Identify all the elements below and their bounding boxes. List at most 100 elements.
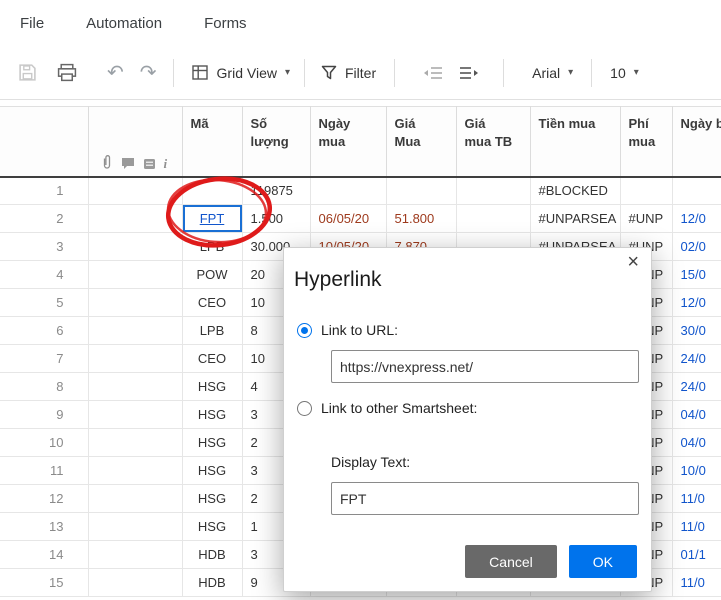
cell-ngay_ban[interactable]: 10/0 xyxy=(672,456,721,485)
row-number[interactable]: 11 xyxy=(0,456,89,485)
font-size-value: 10 xyxy=(610,64,626,81)
cell-so_luong[interactable]: 119875 xyxy=(242,176,311,205)
indent-button[interactable] xyxy=(459,66,479,80)
cell-ngay_ban[interactable]: 30/0 xyxy=(672,316,721,345)
chevron-down-icon: ▾ xyxy=(284,67,290,78)
cell-ma[interactable]: HDB xyxy=(182,540,243,569)
cell-ma[interactable]: POW xyxy=(182,260,243,289)
cell-ma[interactable]: HSG xyxy=(182,372,243,401)
column-header-ma[interactable]: Mã xyxy=(182,106,243,178)
cell-ngay_ban[interactable]: 11/0 xyxy=(672,568,721,597)
display-text-input[interactable] xyxy=(331,482,639,515)
cell-gia_mua_tb[interactable] xyxy=(456,204,531,233)
cell-ngay_ban[interactable]: 11/0 xyxy=(672,512,721,541)
cell-ngay_ban[interactable]: 12/0 xyxy=(672,204,721,233)
column-header-phi_mua[interactable]: Phí mua xyxy=(620,106,673,178)
column-header-ngay_ban[interactable]: Ngày bán xyxy=(672,106,721,178)
row-number[interactable]: 10 xyxy=(0,428,89,457)
select-all-corner[interactable] xyxy=(0,106,89,178)
redo-button[interactable]: ↷ xyxy=(140,63,157,83)
close-icon[interactable]: × xyxy=(627,252,639,272)
row-number[interactable]: 8 xyxy=(0,372,89,401)
row-number[interactable]: 1 xyxy=(0,176,89,205)
cell-ma[interactable] xyxy=(182,176,243,205)
cell-ngay_ban[interactable]: 04/0 xyxy=(672,400,721,429)
link-to-smartsheet-radio[interactable] xyxy=(297,400,312,416)
row-number[interactable]: 14 xyxy=(0,540,89,569)
undo-button[interactable]: ↶ xyxy=(107,63,124,83)
cell-gia_mua_tb[interactable] xyxy=(456,176,531,205)
cell-gia_mua[interactable] xyxy=(386,176,457,205)
attachment-icon[interactable] xyxy=(101,154,113,170)
cell-so_luong[interactable]: 1.500 xyxy=(242,204,311,233)
cell-phi_mua[interactable]: #UNP xyxy=(620,204,673,233)
save-button[interactable] xyxy=(18,63,37,82)
outdent-button[interactable] xyxy=(423,66,443,80)
cell-ma[interactable]: HSG xyxy=(182,456,243,485)
cell-ma[interactable]: LPB xyxy=(182,316,243,345)
toolbar-separator xyxy=(394,58,396,87)
cell-gia_mua[interactable]: 51.800 xyxy=(386,204,457,233)
menu-item-file[interactable]: File xyxy=(20,15,44,32)
menu-item-automation[interactable]: Automation xyxy=(86,15,162,32)
cell-ma[interactable]: HSG xyxy=(182,400,243,429)
cell-ma[interactable]: CEO xyxy=(182,288,243,317)
menu-item-forms[interactable]: Forms xyxy=(204,15,247,32)
row-number[interactable]: 4 xyxy=(0,260,89,289)
row-gutter xyxy=(88,232,183,261)
toolbar-separator xyxy=(172,58,174,87)
info-icon[interactable]: i xyxy=(164,157,168,170)
cell-ngay_mua[interactable] xyxy=(310,176,387,205)
column-header-so_luong[interactable]: Số lượng xyxy=(242,106,311,178)
ok-button[interactable]: OK xyxy=(568,545,637,578)
font-family-select[interactable]: Arial ▾ xyxy=(532,65,573,81)
cell-tien_mua[interactable]: #BLOCKED xyxy=(530,176,621,205)
cell-ngay_mua[interactable]: 06/05/20 xyxy=(310,204,387,233)
cell-ngay_ban[interactable]: 24/0 xyxy=(672,344,721,373)
cancel-button[interactable]: Cancel xyxy=(465,545,557,578)
cell-tien_mua[interactable]: #UNPARSEA xyxy=(530,204,621,233)
cell-ma[interactable]: HSG xyxy=(182,512,243,541)
row-number[interactable]: 6 xyxy=(0,316,89,345)
column-header-gia_mua[interactable]: Giá Mua xyxy=(386,106,457,178)
cell-ma[interactable]: HSG xyxy=(182,428,243,457)
proof-icon[interactable] xyxy=(143,158,156,170)
row-number[interactable]: 15 xyxy=(0,568,89,597)
cell-ma[interactable]: LPB xyxy=(182,232,243,261)
link-to-url-radio[interactable] xyxy=(297,322,312,338)
hyperlink-cell-text[interactable]: FPT xyxy=(200,211,225,226)
column-header-gia_mua_tb[interactable]: Giá mua TB xyxy=(456,106,531,178)
print-button[interactable] xyxy=(57,63,77,82)
row-number[interactable]: 9 xyxy=(0,400,89,429)
cell-ngay_ban[interactable]: 02/0 xyxy=(672,232,721,261)
menu-bar: File Automation Forms xyxy=(0,0,721,46)
column-header-ngay_mua[interactable]: Ngày mua xyxy=(310,106,387,178)
view-selector[interactable]: Grid View ▾ xyxy=(191,65,290,81)
comment-icon[interactable] xyxy=(121,157,135,170)
row-number[interactable]: 7 xyxy=(0,344,89,373)
row-number[interactable]: 3 xyxy=(0,232,89,261)
redo-icon: ↷ xyxy=(139,61,157,84)
row-number[interactable]: 5 xyxy=(0,288,89,317)
cell-ma[interactable]: HDB xyxy=(182,568,243,597)
outdent-icon xyxy=(424,66,443,79)
row-number[interactable]: 13 xyxy=(0,512,89,541)
cell-ma[interactable]: FPT xyxy=(182,204,243,233)
cell-ngay_ban[interactable]: 04/0 xyxy=(672,428,721,457)
cell-ma[interactable]: CEO xyxy=(182,344,243,373)
row-number[interactable]: 12 xyxy=(0,484,89,513)
cell-ngay_ban[interactable]: 15/0 xyxy=(672,260,721,289)
column-header-tien_mua[interactable]: Tiền mua xyxy=(530,106,621,178)
row-number[interactable]: 2 xyxy=(0,204,89,233)
filter-button[interactable]: Filter xyxy=(321,65,376,81)
filter-label: Filter xyxy=(345,64,377,81)
cell-ma[interactable]: HSG xyxy=(182,484,243,513)
cell-ngay_ban[interactable]: 11/0 xyxy=(672,484,721,513)
cell-ngay_ban[interactable]: 12/0 xyxy=(672,288,721,317)
url-input[interactable] xyxy=(331,350,639,383)
cell-phi_mua[interactable] xyxy=(620,176,673,205)
cell-ngay_ban[interactable] xyxy=(672,176,721,205)
cell-ngay_ban[interactable]: 01/1 xyxy=(672,540,721,569)
font-size-select[interactable]: 10 ▾ xyxy=(610,65,639,81)
cell-ngay_ban[interactable]: 24/0 xyxy=(672,372,721,401)
